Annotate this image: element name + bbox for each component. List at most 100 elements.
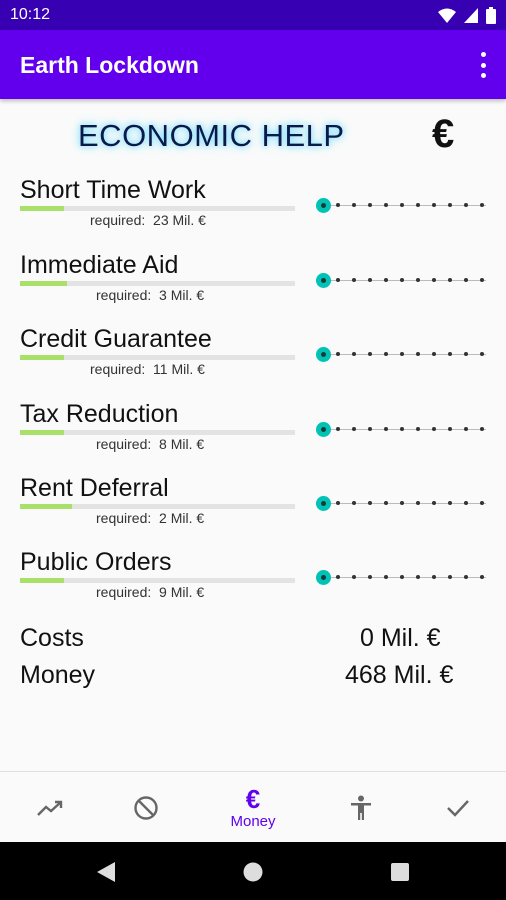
slider-tick <box>416 575 420 579</box>
slider-tick <box>400 352 404 356</box>
measure-row: Public Orders required: 9 Mil. € <box>20 548 490 608</box>
nav-item-statistics[interactable] <box>0 772 100 843</box>
slider-thumb[interactable] <box>316 273 331 288</box>
required-amount: required: 11 Mil. € <box>90 361 205 377</box>
slider-tick <box>432 203 436 207</box>
funding-slider[interactable] <box>316 273 486 289</box>
system-navigation-bar <box>0 842 506 900</box>
slider-tick <box>480 278 484 282</box>
required-amount: required: 23 Mil. € <box>90 212 206 228</box>
home-icon[interactable] <box>243 862 263 882</box>
check-icon <box>447 799 469 817</box>
slider-tick <box>464 575 468 579</box>
funding-progress-bar <box>20 206 295 211</box>
app-bar: Earth Lockdown <box>0 30 506 99</box>
money-label: Money <box>20 661 96 689</box>
status-bar: 10:12 <box>0 0 506 30</box>
trending-up-icon <box>37 800 63 816</box>
costs-label: Costs <box>20 624 84 652</box>
slider-tick <box>352 203 356 207</box>
slider-tick <box>432 278 436 282</box>
slider-thumb[interactable] <box>316 422 331 437</box>
slider-tick <box>448 575 452 579</box>
required-value: 3 Mil. € <box>159 287 205 303</box>
slider-tick <box>384 501 388 505</box>
required-label: required: <box>96 510 152 526</box>
required-amount: required: 8 Mil. € <box>96 436 204 452</box>
funding-progress-bar <box>20 281 295 286</box>
measure-label: Short Time Work <box>20 176 206 204</box>
funding-progress-bar <box>20 504 295 509</box>
funding-progress-fill <box>20 206 64 211</box>
measure-row: Immediate Aid required: 3 Mil. € <box>20 251 490 311</box>
funding-slider[interactable] <box>316 496 486 512</box>
slider-tick <box>480 352 484 356</box>
required-label: required: <box>96 584 152 600</box>
slider-tick <box>416 203 420 207</box>
nav-item-restrictions[interactable] <box>96 772 196 843</box>
slider-tick <box>368 575 372 579</box>
funding-progress-fill <box>20 355 64 360</box>
funding-slider[interactable] <box>316 198 486 214</box>
slider-tick <box>368 427 372 431</box>
slider-thumb[interactable] <box>316 347 331 362</box>
slider-tick <box>464 427 468 431</box>
slider-tick <box>432 575 436 579</box>
funding-progress-fill <box>20 430 64 435</box>
funding-slider[interactable] <box>316 570 486 586</box>
slider-thumb[interactable] <box>316 496 331 511</box>
funding-slider[interactable] <box>316 422 486 438</box>
funding-progress-fill <box>20 281 67 286</box>
slider-tick <box>368 501 372 505</box>
page-title: ECONOMIC HELP <box>78 118 345 153</box>
nav-item-done[interactable] <box>408 772 506 843</box>
slider-tick <box>368 203 372 207</box>
measure-label: Credit Guarantee <box>20 325 212 353</box>
funding-progress-bar <box>20 430 295 435</box>
required-amount: required: 3 Mil. € <box>96 287 204 303</box>
measure-label: Tax Reduction <box>20 400 179 428</box>
slider-tick <box>352 427 356 431</box>
slider-tick <box>368 352 372 356</box>
bottom-navigation: € Money <box>0 771 506 842</box>
slider-tick <box>432 427 436 431</box>
status-time: 10:12 <box>10 6 51 23</box>
slider-tick <box>336 278 340 282</box>
slider-tick <box>336 427 340 431</box>
slider-thumb[interactable] <box>316 198 331 213</box>
measure-label: Immediate Aid <box>20 251 179 279</box>
measure-label: Rent Deferral <box>20 474 169 502</box>
slider-tick <box>448 501 452 505</box>
euro-icon: € <box>432 112 455 156</box>
required-value: 11 Mil. € <box>153 361 205 377</box>
slider-tick <box>336 352 340 356</box>
slider-tick <box>416 278 420 282</box>
money-value: 468 Mil. € <box>345 661 454 689</box>
required-label: required: <box>90 361 146 377</box>
funding-progress-fill <box>20 504 73 509</box>
slider-tick <box>480 575 484 579</box>
required-value: 23 Mil. € <box>153 212 206 228</box>
slider-tick <box>416 501 420 505</box>
required-amount: required: 2 Mil. € <box>96 510 204 526</box>
slider-thumb[interactable] <box>316 570 331 585</box>
slider-tick <box>480 427 484 431</box>
slider-tick <box>336 501 340 505</box>
slider-tick <box>416 352 420 356</box>
slider-tick <box>464 278 468 282</box>
required-value: 9 Mil. € <box>159 584 205 600</box>
back-icon[interactable] <box>97 862 115 882</box>
slider-tick <box>352 501 356 505</box>
funding-slider[interactable] <box>316 347 486 363</box>
measure-row: Credit Guarantee required: 11 Mil. € <box>20 325 490 385</box>
recents-icon[interactable] <box>391 863 409 881</box>
slider-tick <box>448 352 452 356</box>
nav-item-people[interactable] <box>311 772 411 843</box>
block-icon <box>134 795 158 820</box>
nav-item-money[interactable]: € Money <box>203 772 303 843</box>
status-icons <box>438 7 496 24</box>
more-options-icon[interactable] <box>478 52 488 78</box>
slider-tick <box>384 278 388 282</box>
slider-tick <box>384 352 388 356</box>
funding-progress-fill <box>20 578 64 583</box>
